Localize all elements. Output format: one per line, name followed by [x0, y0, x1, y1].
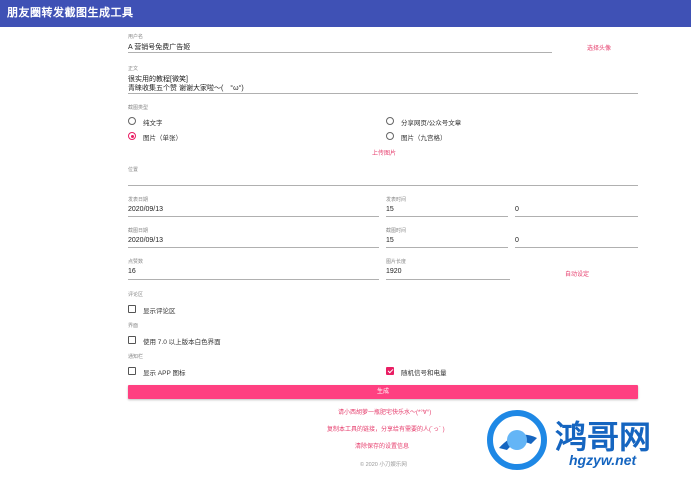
watermark-url: hgzyw.net	[569, 452, 637, 468]
likes-input[interactable]: 16	[128, 268, 136, 275]
post-time-minute[interactable]: 0	[515, 206, 519, 213]
shot-date-underline	[128, 247, 379, 248]
body-label: 正文	[128, 66, 139, 72]
shot-time-hour[interactable]: 15	[386, 237, 394, 244]
app-title-bar: 朋友圈转发截图生成工具	[0, 0, 691, 27]
random-signal-label: 随机信号和电量	[401, 370, 447, 377]
clear-settings-link[interactable]: 清除保存的设置信息	[355, 441, 409, 450]
nickname-label: 用户名	[128, 34, 144, 40]
show-app-icon-checkbox[interactable]	[128, 367, 136, 375]
nickname-underline	[128, 52, 552, 53]
random-signal-checkbox[interactable]	[386, 367, 394, 375]
image-height-underline	[386, 279, 510, 280]
radio-single-image[interactable]	[128, 132, 136, 140]
likes-label: 点赞数	[128, 259, 144, 265]
shot-time-minute-underline	[515, 247, 638, 248]
post-date-label: 发表日期	[128, 197, 149, 203]
radio-text-only[interactable]	[128, 117, 136, 125]
shot-date-label: 截图日期	[128, 228, 149, 234]
generate-button[interactable]: 生成	[128, 385, 638, 399]
radio-share-web[interactable]	[386, 117, 394, 125]
donate-link[interactable]: 请小西胡萝一瓶肥宅快乐水～(*°∀°)	[338, 407, 431, 416]
shot-date-input[interactable]: 2020/09/13	[128, 237, 163, 244]
image-height-label: 图片长度	[386, 259, 407, 265]
white-ui-checkbox[interactable]	[128, 336, 136, 344]
screenshot-type-label: 截图类型	[128, 105, 149, 111]
white-ui-label: 使用 7.0 以上版本白色界面	[143, 339, 221, 346]
post-time-label: 发表时间	[386, 197, 407, 203]
status-bar-label: 通知栏	[128, 354, 144, 360]
radio-text-only-label: 纯文字	[143, 120, 163, 127]
ui-label: 界面	[128, 323, 139, 329]
likes-underline	[128, 279, 379, 280]
radio-share-web-label: 分享网页/公众号文章	[401, 120, 462, 127]
shot-time-label: 截图时间	[386, 228, 407, 234]
shot-time-minute[interactable]: 0	[515, 237, 519, 244]
post-date-input[interactable]: 2020/09/13	[128, 206, 163, 213]
auto-set-link[interactable]: 自动设定	[565, 269, 589, 278]
location-underline	[128, 185, 638, 186]
location-label: 位置	[128, 167, 139, 173]
show-app-icon-label: 显示 APP 图标	[143, 370, 186, 377]
copyright: © 2020 小刀娱乐网	[360, 462, 407, 468]
radio-nine-grid[interactable]	[386, 132, 394, 140]
image-height-input[interactable]: 1920	[386, 268, 402, 275]
upload-image-link[interactable]: 上传图片	[372, 148, 396, 157]
app-title: 朋友圈转发截图生成工具	[7, 7, 134, 19]
post-time-minute-underline	[515, 216, 638, 217]
show-comments-checkbox[interactable]	[128, 305, 136, 313]
show-comments-label: 显示评论区	[143, 308, 176, 315]
nickname-input[interactable]: A 营销号免费广告姬	[128, 42, 190, 52]
choose-avatar-link[interactable]: 选择头像	[587, 43, 611, 52]
radio-single-image-label: 图片（单张）	[143, 135, 182, 142]
comments-label: 评论区	[128, 292, 144, 298]
share-link[interactable]: 复制本工具的链接，分享给有需要的人(´っ´ )	[327, 424, 445, 433]
watermark-logo-icon	[487, 410, 547, 470]
shot-time-hour-underline	[386, 247, 508, 248]
post-date-underline	[128, 216, 379, 217]
radio-nine-grid-label: 图片（九宫格）	[401, 135, 447, 142]
body-line-2[interactable]: 青睐收集五个赞 谢谢大家啦～( °ω°)	[128, 83, 244, 93]
post-time-hour-underline	[386, 216, 508, 217]
body-underline	[128, 93, 638, 94]
post-time-hour[interactable]: 15	[386, 206, 394, 213]
